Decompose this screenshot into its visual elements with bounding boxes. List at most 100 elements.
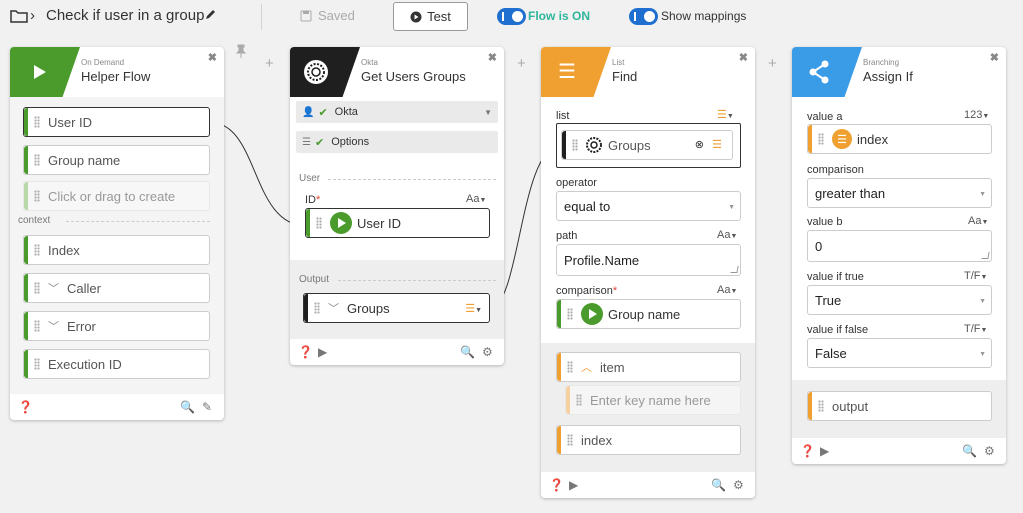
- text-type-icon[interactable]: Aa▼: [717, 284, 737, 296]
- output-field[interactable]: output: [807, 391, 992, 421]
- user-id-field[interactable]: User ID: [23, 107, 210, 137]
- search-icon[interactable]: 🔍: [460, 345, 475, 359]
- list-icon: ☰: [558, 61, 576, 83]
- create-placeholder-text: Click or drag to create: [48, 188, 176, 204]
- help-icon[interactable]: ❓: [18, 400, 33, 414]
- caller-field[interactable]: ﹀ Caller: [23, 273, 210, 303]
- assign-if-card[interactable]: Branching Assign If ✖ value a 123▼ ☰ ind…: [792, 47, 1006, 464]
- value-if-false-select[interactable]: False ▼: [807, 338, 992, 368]
- execution-id-field[interactable]: Execution ID: [23, 349, 210, 379]
- pin-icon[interactable]: [236, 44, 246, 58]
- search-icon[interactable]: 🔍: [180, 400, 195, 414]
- gear-icon[interactable]: ⚙: [984, 444, 995, 458]
- drag-handle-icon[interactable]: [34, 282, 40, 294]
- operator-select[interactable]: equal to ▼: [556, 191, 741, 221]
- close-icon[interactable]: ✖: [990, 51, 999, 64]
- gear-icon[interactable]: ⚙: [733, 478, 744, 492]
- value-b-label: value b: [807, 216, 843, 228]
- chevron-down-icon[interactable]: ﹀: [328, 300, 339, 316]
- text-type-icon[interactable]: Aa▼: [717, 229, 737, 241]
- field-label: Group name: [48, 152, 121, 168]
- chevron-down-icon[interactable]: ﹀: [48, 280, 59, 296]
- drag-handle-icon[interactable]: [818, 133, 824, 145]
- list-find-card[interactable]: ☰ List Find ✖ list ☰▼ Groups ⊗ ☰ operato…: [541, 47, 755, 498]
- help-icon[interactable]: ❓: [800, 444, 815, 458]
- play-icon[interactable]: ▶: [820, 444, 829, 458]
- key-name-input[interactable]: Enter key name here: [565, 385, 741, 415]
- help-icon[interactable]: ❓: [549, 478, 564, 492]
- drag-handle-icon[interactable]: [34, 244, 40, 256]
- value-a-input[interactable]: ☰ index: [807, 124, 992, 154]
- options-selector[interactable]: ☰ ✔ Options: [296, 131, 498, 153]
- boolean-type-icon[interactable]: T/F▼: [964, 270, 987, 282]
- drag-handle-icon[interactable]: [34, 116, 40, 128]
- drag-handle-icon[interactable]: [34, 358, 40, 370]
- text-type-icon[interactable]: Aa▼: [466, 193, 486, 205]
- add-card-icon[interactable]: +: [517, 55, 526, 72]
- flow-title[interactable]: Check if user in a group: [46, 7, 204, 24]
- edit-icon[interactable]: ✎: [202, 400, 212, 414]
- value-b-input[interactable]: 0: [807, 230, 992, 262]
- list-type-icon[interactable]: ☰: [712, 138, 722, 151]
- connection-selector[interactable]: 👤 ✔ Okta ▼: [296, 101, 498, 123]
- mappings-toggle[interactable]: [629, 8, 658, 25]
- edit-title-icon[interactable]: [205, 8, 217, 20]
- save-icon: [300, 10, 312, 21]
- flow-toggle[interactable]: [497, 8, 526, 25]
- saved-button[interactable]: Saved: [300, 8, 355, 23]
- card-title: Find: [612, 69, 638, 84]
- group-name-field[interactable]: Group name: [23, 145, 210, 175]
- folder-icon[interactable]: [10, 9, 28, 23]
- clear-icon[interactable]: ⊗: [695, 138, 704, 151]
- index-field[interactable]: Index: [23, 235, 210, 265]
- drag-handle-icon[interactable]: [567, 434, 573, 446]
- list-type-icon[interactable]: ☰▼: [465, 302, 482, 315]
- drag-handle-icon[interactable]: [34, 320, 40, 332]
- drag-handle-icon[interactable]: [316, 217, 322, 229]
- error-field[interactable]: ﹀ Error: [23, 311, 210, 341]
- chevron-down-icon[interactable]: ﹀: [48, 318, 59, 334]
- add-card-icon[interactable]: +: [768, 55, 777, 72]
- help-icon[interactable]: ❓: [298, 345, 313, 359]
- value-if-true-select[interactable]: True ▼: [807, 285, 992, 315]
- id-input[interactable]: User ID: [305, 208, 490, 238]
- drag-handle-icon[interactable]: [567, 308, 573, 320]
- drag-handle-icon[interactable]: [314, 302, 320, 314]
- item-output-field[interactable]: ︿ item: [556, 352, 741, 382]
- create-field-placeholder[interactable]: Click or drag to create: [23, 181, 210, 211]
- drag-handle-icon[interactable]: [572, 139, 578, 151]
- drag-handle-icon[interactable]: [34, 154, 40, 166]
- groups-list-input[interactable]: Groups ⊗ ☰: [561, 130, 733, 160]
- user-section-label: User: [299, 173, 321, 184]
- list-type-icon[interactable]: ☰▼: [717, 108, 734, 121]
- close-icon[interactable]: ✖: [739, 51, 748, 64]
- comparison-select[interactable]: greater than ▼: [807, 178, 992, 208]
- test-button[interactable]: Test: [393, 2, 468, 31]
- chevron-up-icon[interactable]: ︿: [581, 359, 592, 375]
- search-icon[interactable]: 🔍: [962, 444, 977, 458]
- resize-handle-icon[interactable]: [981, 252, 990, 259]
- path-input[interactable]: Profile.Name: [556, 244, 741, 276]
- comparison-input[interactable]: Group name: [556, 299, 741, 329]
- number-type-icon[interactable]: 123▼: [964, 109, 989, 121]
- add-card-icon[interactable]: +: [265, 55, 274, 72]
- index-output-field[interactable]: index: [556, 425, 741, 455]
- play-icon[interactable]: ▶: [318, 345, 327, 359]
- resize-handle-icon[interactable]: [730, 266, 739, 273]
- play-icon[interactable]: ▶: [569, 478, 578, 492]
- value-if-true-label: value if true: [807, 271, 864, 283]
- search-icon[interactable]: 🔍: [711, 478, 726, 492]
- drag-handle-icon[interactable]: [567, 361, 573, 373]
- gear-icon[interactable]: ⚙: [482, 345, 493, 359]
- top-bar: › Check if user in a group Saved Test Fl…: [0, 0, 1023, 34]
- helper-flow-card[interactable]: On Demand Helper Flow ✖ User ID Group na…: [10, 47, 224, 420]
- close-icon[interactable]: ✖: [488, 51, 497, 64]
- drag-handle-icon[interactable]: [818, 400, 824, 412]
- close-icon[interactable]: ✖: [208, 51, 217, 64]
- get-users-groups-card[interactable]: Okta Get Users Groups ✖ 👤 ✔ Okta ▼ ☰ ✔ O…: [290, 47, 504, 365]
- text-type-icon[interactable]: Aa▼: [968, 215, 988, 227]
- boolean-type-icon[interactable]: T/F▼: [964, 323, 987, 335]
- card-subtitle: Branching: [863, 58, 900, 67]
- groups-output-field[interactable]: ﹀ Groups ☰▼: [303, 293, 490, 323]
- dropdown-arrow-icon[interactable]: ▼: [484, 108, 492, 117]
